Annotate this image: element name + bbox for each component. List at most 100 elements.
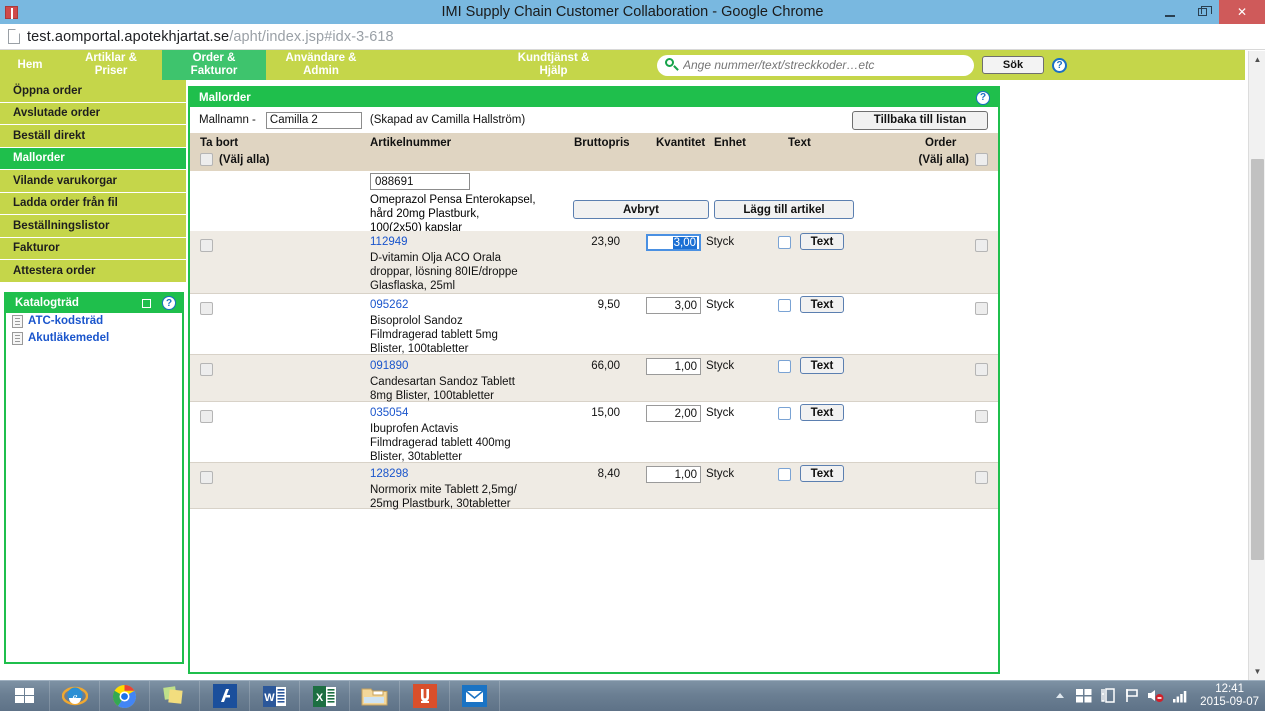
row-article-number[interactable]: 035054 (370, 407, 408, 419)
mail-icon[interactable] (450, 680, 500, 711)
row-article-number[interactable]: 112949 (370, 236, 408, 248)
windows-taskbar: e W X 12:41 2015-09-07 (0, 680, 1265, 711)
window-titlebar: IMI Supply Chain Customer Collaboration … (0, 0, 1265, 24)
cancel-button[interactable]: Avbryt (573, 200, 709, 219)
start-button[interactable] (0, 680, 50, 711)
sidebar-item-ladda-order-fran-fil[interactable]: Ladda order från fil (0, 193, 186, 215)
sidebar-item-avslutade-order[interactable]: Avslutade order (0, 103, 186, 125)
sidebar-item-oppna-order[interactable]: Öppna order (0, 80, 186, 103)
row-delete-checkbox[interactable] (200, 302, 213, 315)
device-icon[interactable] (1099, 687, 1116, 704)
nav-item-anvandare-admin[interactable]: Användare & Admin (266, 50, 376, 80)
row-quantity-input[interactable]: 3,00 (646, 234, 701, 251)
sidebar-item-attestera-order[interactable]: Attestera order (0, 260, 186, 283)
row-quantity-input[interactable] (646, 297, 701, 314)
taskbar-clock[interactable]: 12:41 2015-09-07 (1200, 683, 1259, 709)
row-article-number[interactable]: 091890 (370, 360, 408, 372)
sticky-notes-icon[interactable] (150, 680, 200, 711)
sidebar-item-fakturor[interactable]: Fakturor (0, 238, 186, 260)
scrollbar-thumb[interactable] (1251, 159, 1264, 560)
search-submit-button[interactable]: Sök (982, 56, 1044, 74)
minimize-panel-icon[interactable] (142, 298, 151, 308)
katalogtrad-header: Katalogträd ? (6, 293, 182, 313)
nav-item-artiklar-priser[interactable]: Artiklar & Priser (60, 50, 162, 80)
word-icon[interactable]: W (250, 680, 300, 711)
internet-explorer-icon[interactable]: e (50, 680, 100, 711)
panel-title: Mallorder (199, 91, 251, 104)
katalogtrad-help-icon[interactable]: ? (162, 296, 176, 310)
select-all-ta-bort-checkbox[interactable] (200, 153, 213, 166)
add-article-button[interactable]: Lägg till artikel (714, 200, 854, 219)
sidebar-item-bestallningslistor[interactable]: Beställningslistor (0, 215, 186, 238)
top-navigation: Hem Artiklar & Priser Order & Fakturor A… (0, 50, 1245, 80)
row-text-checkbox[interactable] (778, 468, 791, 481)
page-scrollbar[interactable]: ▲ ▼ (1248, 51, 1265, 680)
row-delete-checkbox[interactable] (200, 239, 213, 252)
close-button[interactable]: ✕ (1219, 0, 1265, 24)
row-order-checkbox[interactable] (975, 363, 988, 376)
nav-item-hem[interactable]: Hem (0, 50, 60, 80)
chrome-icon[interactable] (100, 680, 150, 711)
row-order-checkbox[interactable] (975, 471, 988, 484)
tree-item-akutlakemedel[interactable]: Akutläkemedel (6, 330, 182, 347)
row-text-button[interactable]: Text (800, 404, 844, 421)
help-icon[interactable]: ? (1052, 57, 1067, 73)
mallnamn-row: Mallnamn - (Skapad av Camilla Hallström)… (190, 107, 998, 133)
row-text-button[interactable]: Text (800, 357, 844, 374)
row-text-button[interactable]: Text (800, 233, 844, 250)
row-order-checkbox[interactable] (975, 302, 988, 315)
created-by-label: (Skapad av Camilla Hallström) (369, 114, 526, 126)
sidebar-item-bestall-direkt[interactable]: Beställ direkt (0, 125, 186, 148)
row-order-checkbox[interactable] (975, 239, 988, 252)
row-text-checkbox[interactable] (778, 407, 791, 420)
row-description: Normorix mite Tablett 2,5mg/ 25mg Plastb… (370, 484, 517, 510)
row-text-button[interactable]: Text (800, 465, 844, 482)
volume-muted-icon[interactable] (1147, 687, 1164, 704)
sidebar-item-vilande-varukorgar[interactable]: Vilande varukorgar (0, 170, 186, 193)
network-icon[interactable] (1171, 687, 1188, 704)
show-hidden-icons[interactable] (1051, 687, 1068, 704)
row-text-checkbox[interactable] (778, 299, 791, 312)
katalogtrad-title: Katalogträd (15, 297, 79, 309)
clock-date: 2015-09-07 (1200, 695, 1259, 708)
windows-icon[interactable] (1075, 687, 1092, 704)
mallnamn-input[interactable] (265, 111, 362, 129)
excel-icon[interactable]: X (300, 680, 350, 711)
window-title: IMI Supply Chain Customer Collaboration … (441, 4, 824, 20)
row-quantity-input[interactable] (646, 358, 701, 375)
row-text-checkbox[interactable] (778, 236, 791, 249)
table-row: 095262 Bisoprolol Sandoz Filmdragerad ta… (190, 294, 998, 355)
app-blue-icon[interactable] (200, 680, 250, 711)
article-number-input[interactable] (370, 173, 470, 190)
row-delete-checkbox[interactable] (200, 363, 213, 376)
row-text-checkbox[interactable] (778, 360, 791, 373)
row-delete-checkbox[interactable] (200, 471, 213, 484)
row-quantity-input[interactable] (646, 466, 701, 483)
search-box[interactable] (657, 54, 974, 76)
row-price: 66,00 (591, 360, 620, 372)
row-delete-checkbox[interactable] (200, 410, 213, 423)
row-text-button[interactable]: Text (800, 296, 844, 313)
orange-app-icon[interactable] (400, 680, 450, 711)
nav-item-order-fakturor[interactable]: Order & Fakturor (162, 50, 266, 80)
row-article-number[interactable]: 128298 (370, 468, 408, 480)
row-article-number[interactable]: 095262 (370, 299, 408, 311)
back-to-list-button[interactable]: Tillbaka till listan (852, 110, 988, 130)
katalogtrad-panel: Katalogträd ? ATC-kodsträd Akutläkemedel (4, 291, 184, 664)
select-all-order-checkbox[interactable] (975, 153, 988, 166)
scroll-up-button[interactable]: ▲ (1249, 51, 1265, 68)
scroll-down-button[interactable]: ▼ (1249, 663, 1265, 680)
browser-window: IMI Supply Chain Customer Collaboration … (0, 0, 1265, 711)
sidebar-item-mallorder[interactable]: Mallorder (0, 147, 186, 170)
search-input[interactable] (679, 57, 961, 73)
address-bar[interactable]: test.aomportal.apotekhjartat.se/apht/ind… (0, 24, 1265, 50)
tree-item-atc-kodstrad[interactable]: ATC-kodsträd (6, 313, 182, 330)
panel-help-icon[interactable]: ? (976, 90, 990, 105)
row-quantity-input[interactable] (646, 405, 701, 422)
minimize-button[interactable] (1153, 0, 1186, 24)
nav-item-kundtjanst-hjalp[interactable]: Kundtjänst & Hjälp (476, 50, 631, 80)
explorer-icon[interactable] (350, 680, 400, 711)
maximize-button[interactable] (1186, 0, 1219, 24)
flag-icon[interactable] (1123, 687, 1140, 704)
row-order-checkbox[interactable] (975, 410, 988, 423)
